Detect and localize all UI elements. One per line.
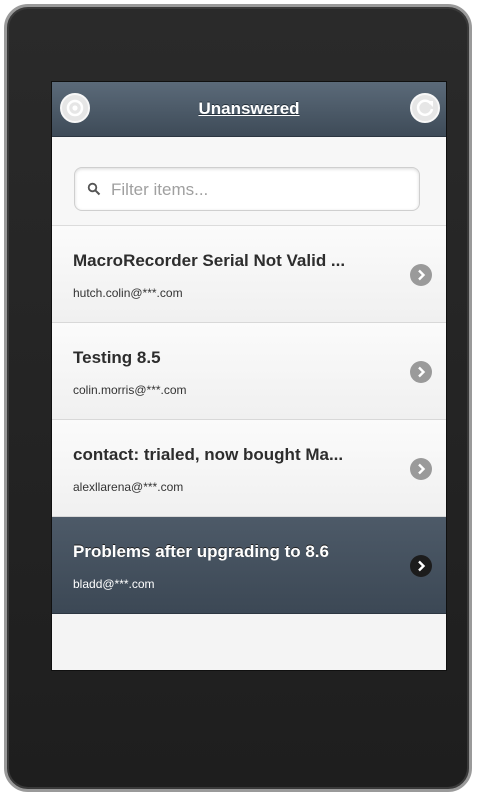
app-screen: Unanswered MacroRecorder Serial Not Vali… xyxy=(51,81,447,671)
page-title: Unanswered xyxy=(198,99,300,118)
list-item[interactable]: Testing 8.5 colin.morris@***.com xyxy=(52,323,446,420)
list-item[interactable]: contact: trialed, now bought Ma... alexl… xyxy=(52,420,446,517)
filter-input[interactable] xyxy=(109,176,409,204)
chevron-right-icon xyxy=(410,555,432,577)
item-email: colin.morris@***.com xyxy=(73,383,187,397)
header-bar: Unanswered xyxy=(52,82,446,137)
list-item[interactable]: MacroRecorder Serial Not Valid ... hutch… xyxy=(52,226,446,323)
refresh-icon xyxy=(416,99,434,116)
item-subject: contact: trialed, now bought Ma... xyxy=(73,445,344,464)
refresh-button[interactable] xyxy=(410,93,440,123)
item-email: bladd@***.com xyxy=(73,577,155,591)
phone-frame: Unanswered MacroRecorder Serial Not Vali… xyxy=(4,4,472,792)
chevron-right-icon xyxy=(410,264,432,286)
item-subject: Problems after upgrading to 8.6 xyxy=(73,542,329,561)
chevron-right-icon xyxy=(410,458,432,480)
item-email: hutch.colin@***.com xyxy=(73,286,183,300)
search-box[interactable] xyxy=(74,167,420,211)
item-subject: Testing 8.5 xyxy=(73,348,161,367)
item-email: alexllarena@***.com xyxy=(73,480,184,494)
search-icon xyxy=(87,182,101,196)
list-item-selected[interactable]: Problems after upgrading to 8.6 bladd@**… xyxy=(52,517,446,614)
item-subject: MacroRecorder Serial Not Valid ... xyxy=(73,251,346,270)
chevron-right-icon xyxy=(410,361,432,383)
